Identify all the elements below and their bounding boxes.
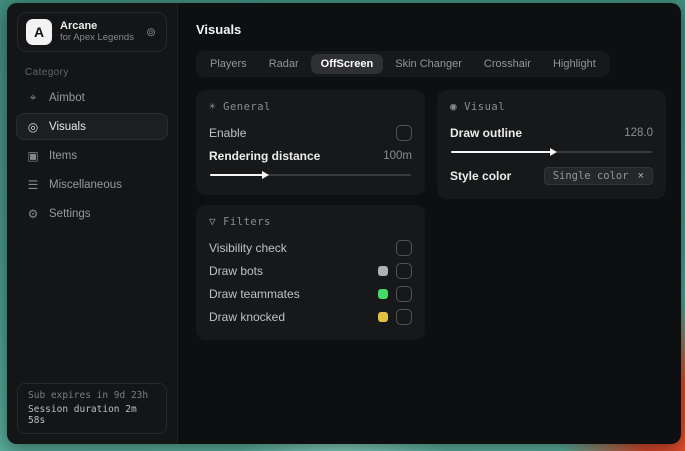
- draw-bots-row: Draw bots: [209, 260, 412, 281]
- tab-players[interactable]: Players: [200, 54, 257, 74]
- slider-thumb[interactable]: [262, 171, 270, 179]
- panel-grid: ☀ General Enable Rendering distance 100m: [196, 90, 666, 340]
- draw-bots-checkbox[interactable]: [396, 262, 412, 279]
- draw-knocked-row: Draw knocked: [209, 306, 412, 327]
- slider-fill: [451, 151, 552, 153]
- target-icon[interactable]: ⊚: [144, 23, 158, 41]
- category-label: Category: [25, 67, 69, 78]
- sub-expires-text: Sub expires in 9d 23h: [28, 390, 149, 401]
- draw-bots-color-swatch[interactable]: [378, 265, 388, 276]
- close-icon[interactable]: ×: [638, 170, 644, 182]
- sidebar-item-label: Miscellaneous: [49, 178, 122, 191]
- filters-panel-header: ▽ Filters: [209, 215, 412, 228]
- tab-highlight[interactable]: Highlight: [543, 54, 606, 74]
- rendering-distance-value: 100m: [383, 149, 412, 162]
- rendering-distance-label: Rendering distance: [209, 148, 321, 163]
- sidebar-item-label: Settings: [49, 207, 91, 220]
- draw-outline-label: Draw outline: [450, 125, 523, 140]
- draw-knocked-label: Draw knocked: [209, 309, 286, 324]
- main-content: Visuals Players Radar OffScreen Skin Cha…: [178, 3, 681, 444]
- enable-checkbox[interactable]: [396, 124, 412, 141]
- tab-radar[interactable]: Radar: [259, 54, 309, 74]
- tab-skin-changer[interactable]: Skin Changer: [385, 54, 472, 74]
- draw-outline-value: 128.0: [624, 126, 653, 139]
- visibility-check-checkbox[interactable]: [396, 239, 412, 256]
- brand-text: Arcane for Apex Legends: [60, 20, 136, 44]
- general-panel-header: ☀ General: [209, 100, 412, 113]
- sliders-icon: ☰: [27, 177, 39, 192]
- draw-teammates-color-swatch[interactable]: [378, 288, 388, 299]
- gear-icon: ⚙: [27, 206, 39, 221]
- page-title: Visuals: [196, 22, 242, 37]
- slider-thumb[interactable]: [549, 148, 557, 156]
- style-color-select[interactable]: Single color ×: [543, 166, 653, 185]
- sidebar-item-visuals[interactable]: ◎ Visuals: [16, 113, 168, 140]
- general-panel-title: General: [223, 100, 271, 113]
- sidebar-item-items[interactable]: ▣ Items: [16, 142, 168, 169]
- tab-offscreen[interactable]: OffScreen: [310, 54, 384, 74]
- enable-row: Enable: [209, 122, 412, 143]
- slider-fill: [210, 174, 265, 176]
- brand-card: A Arcane for Apex Legends ⊚: [17, 12, 167, 52]
- sidebar-item-aimbot[interactable]: ⌖ Aimbot: [16, 84, 168, 111]
- app-title: Arcane: [60, 20, 98, 33]
- visibility-check-label: Visibility check: [209, 240, 287, 255]
- sidebar-nav: ⌖ Aimbot ◎ Visuals ▣ Items ☰ Miscellaneo…: [7, 84, 177, 227]
- draw-teammates-label: Draw teammates: [209, 286, 300, 301]
- sidebar-item-label: Aimbot: [49, 91, 85, 104]
- draw-teammates-row: Draw teammates: [209, 283, 412, 304]
- sidebar-item-settings[interactable]: ⚙ Settings: [16, 200, 168, 227]
- sun-icon: ☀: [209, 100, 217, 113]
- visibility-check-row: Visibility check: [209, 237, 412, 258]
- eye-icon: ◉: [450, 100, 458, 113]
- left-column: ☀ General Enable Rendering distance 100m: [196, 90, 425, 340]
- right-column: ◉ Visual Draw outline 128.0 Style color: [437, 90, 666, 199]
- draw-teammates-checkbox[interactable]: [396, 285, 412, 302]
- visuals-tabbar: Players Radar OffScreen Skin Changer Cro…: [196, 51, 610, 77]
- draw-knocked-checkbox[interactable]: [396, 308, 412, 325]
- tab-crosshair[interactable]: Crosshair: [474, 54, 541, 74]
- draw-outline-row: Draw outline 128.0: [450, 122, 653, 143]
- rendering-distance-row: Rendering distance 100m: [209, 145, 412, 166]
- style-color-row: Style color Single color ×: [450, 165, 653, 186]
- app-window: A Arcane for Apex Legends ⊚ Category ⌖ A…: [7, 3, 681, 444]
- box-icon: ▣: [27, 148, 39, 163]
- draw-knocked-color-swatch[interactable]: [378, 311, 388, 322]
- app-logo: A: [26, 19, 52, 45]
- app-subtitle: for Apex Legends: [60, 31, 134, 43]
- crosshair-icon: ⌖: [29, 90, 37, 104]
- enable-label: Enable: [209, 125, 247, 140]
- style-color-label: Style color: [450, 168, 512, 183]
- subscription-status-card: Sub expires in 9d 23h Session duration 2…: [17, 383, 167, 434]
- funnel-icon: ▽: [209, 215, 217, 228]
- general-panel: ☀ General Enable Rendering distance 100m: [196, 90, 425, 195]
- filters-panel-title: Filters: [223, 215, 271, 228]
- sidebar: A Arcane for Apex Legends ⊚ Category ⌖ A…: [7, 3, 178, 444]
- scan-eye-icon: ◎: [27, 119, 39, 134]
- visual-panel-title: Visual: [464, 100, 506, 113]
- style-color-value: Single color: [552, 169, 629, 182]
- visual-panel-header: ◉ Visual: [450, 100, 653, 113]
- rendering-distance-slider[interactable]: [210, 170, 411, 180]
- visual-panel: ◉ Visual Draw outline 128.0 Style color: [437, 90, 666, 199]
- session-duration-text: Session duration 2m 58s: [28, 404, 137, 426]
- draw-outline-slider[interactable]: [451, 147, 652, 157]
- filters-panel: ▽ Filters Visibility check Draw bots Dra…: [196, 205, 425, 340]
- draw-bots-label: Draw bots: [209, 263, 264, 278]
- sidebar-item-label: Items: [49, 149, 78, 162]
- sidebar-item-label: Visuals: [49, 120, 86, 133]
- sidebar-item-miscellaneous[interactable]: ☰ Miscellaneous: [16, 171, 168, 198]
